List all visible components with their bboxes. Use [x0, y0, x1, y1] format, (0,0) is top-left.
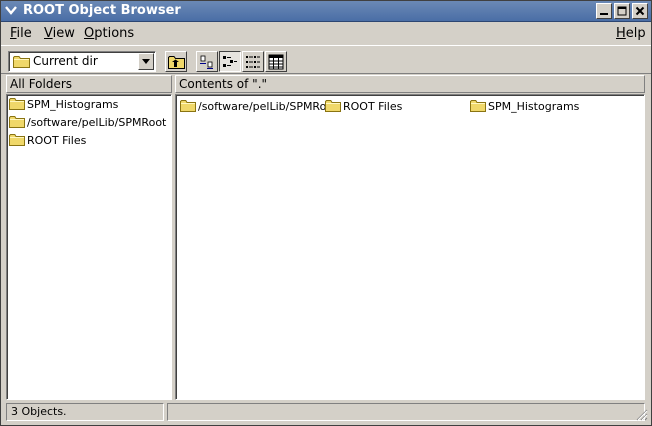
close-button[interactable] — [632, 3, 648, 19]
minimize-button[interactable] — [596, 3, 612, 19]
resize-grip-icon[interactable] — [636, 409, 648, 421]
folder-icon — [9, 116, 25, 128]
folder-up-button[interactable] — [165, 51, 187, 72]
menu-bar: File View Options Help — [1, 22, 651, 44]
all-folders-header: All Folders — [6, 75, 172, 93]
folder-tree[interactable]: SPM_Histograms /software/pelLib/SPMRoot … — [6, 94, 172, 400]
browser-window: ROOT Object Browser File View Options He… — [0, 0, 652, 426]
close-icon — [635, 6, 645, 16]
chevron-down-icon — [142, 58, 150, 64]
window-title: ROOT Object Browser — [23, 3, 181, 18]
list-item[interactable]: /software/pelLib/SPMRoot — [180, 99, 337, 115]
location-combo[interactable]: Current dir — [8, 51, 156, 72]
list-item[interactable]: SPM_Histograms — [470, 99, 579, 115]
list-item[interactable]: ROOT Files — [325, 99, 402, 115]
small-icons-button[interactable] — [219, 51, 241, 72]
folder-icon — [9, 98, 25, 110]
small-icons-view-icon — [223, 55, 237, 67]
status-count: 3 Objects. — [6, 403, 164, 421]
location-value: Current dir — [33, 54, 98, 68]
tree-item[interactable]: ROOT Files — [9, 133, 86, 149]
folder-icon — [325, 100, 341, 112]
list-view-button[interactable] — [242, 51, 264, 72]
minimize-icon — [600, 13, 608, 15]
large-icons-view-icon — [200, 55, 213, 69]
menu-help[interactable]: Help — [616, 26, 646, 41]
menu-file[interactable]: File — [10, 26, 32, 41]
details-view-button[interactable] — [265, 51, 287, 72]
maximize-button[interactable] — [614, 3, 630, 19]
folder-icon — [180, 100, 196, 112]
folder-up-icon — [167, 55, 185, 69]
tree-item[interactable]: /software/pelLib/SPMRoot — [9, 115, 166, 131]
large-icons-button[interactable] — [196, 51, 218, 72]
contents-header: Contents of "." — [175, 75, 645, 93]
menu-view[interactable]: View — [44, 26, 75, 41]
maximize-icon — [617, 6, 627, 16]
folder-icon — [13, 56, 30, 68]
window-menu-icon[interactable] — [3, 3, 19, 19]
list-view-icon — [246, 55, 260, 68]
tree-item[interactable]: SPM_Histograms — [9, 97, 118, 113]
folder-icon — [470, 100, 486, 112]
folder-icon — [9, 134, 25, 146]
status-secondary — [167, 403, 645, 421]
menu-options[interactable]: Options — [84, 26, 134, 41]
contents-list[interactable]: /software/pelLib/SPMRoot ROOT Files SPM_… — [175, 94, 645, 400]
details-view-icon — [268, 54, 284, 69]
title-bar[interactable]: ROOT Object Browser — [1, 1, 651, 22]
toolbar: Current dir — [1, 45, 651, 74]
dropdown-button[interactable] — [138, 53, 154, 70]
